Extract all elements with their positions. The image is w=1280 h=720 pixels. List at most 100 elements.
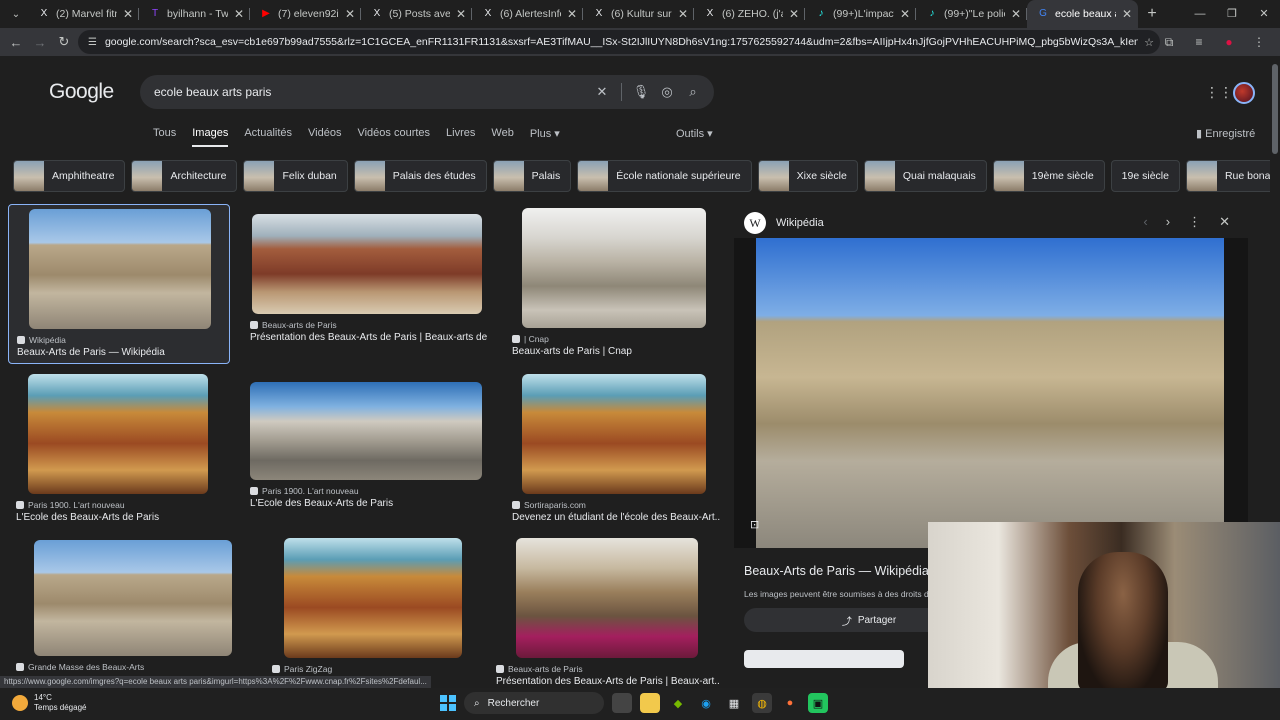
image-result[interactable]: Paris 1900. L'art nouveau L'Ecole des Bea…	[8, 370, 230, 530]
prev-icon[interactable]: ‹	[1143, 214, 1147, 230]
search-tab[interactable]: Plus ▾	[530, 127, 560, 147]
result-title[interactable]: Devenez un étudiant de l'école des Beaux…	[512, 512, 720, 523]
lens-search-icon[interactable]: ⊡	[750, 518, 766, 534]
taskbar-search[interactable]: ⌕ Rechercher	[464, 692, 604, 714]
preview-image[interactable]	[734, 238, 1248, 548]
browser-tab[interactable]: ▶ (7) eleven92i - You ✕	[250, 0, 361, 28]
search-tab[interactable]: Images	[192, 127, 229, 147]
refinement-chip[interactable]: Rue bonaparte	[1185, 160, 1280, 192]
result-source[interactable]: Paris 1900. L'art nouveau	[16, 500, 125, 510]
windows-start-icon[interactable]	[440, 695, 456, 711]
result-source[interactable]: Beaux-arts de Paris	[496, 664, 583, 674]
menu-icon[interactable]: ⋮	[1246, 30, 1272, 54]
image-result[interactable]: Grande Masse des Beaux-Arts	[8, 538, 252, 688]
result-title[interactable]: L'Ecole des Beaux-Arts de Paris	[16, 512, 226, 523]
result-source[interactable]: Paris ZigZag	[272, 664, 332, 674]
result-source[interactable]: Grande Masse des Beaux-Arts	[16, 662, 144, 672]
forward-icon[interactable]: →	[28, 30, 52, 54]
refinement-chip[interactable]: Xixe siècle	[757, 160, 858, 192]
site-info-icon[interactable]: ☰	[88, 37, 97, 48]
address-bar[interactable]: ☰ google.com/search?sca_esv=cb1e697b99ad…	[78, 30, 1160, 54]
image-result[interactable]: Paris ZigZagd'histoire...	[264, 538, 474, 688]
refinement-chip[interactable]: Palais des études	[353, 160, 487, 192]
saved-button[interactable]: ▮ Enregistré	[1196, 127, 1255, 140]
result-thumbnail[interactable]	[29, 209, 211, 329]
tab-search-icon[interactable]: ⌄	[4, 4, 28, 24]
refinement-chip[interactable]: École nationale supérieure	[577, 160, 752, 192]
task-view-icon[interactable]	[612, 693, 632, 713]
profile-icon[interactable]: ●	[1216, 30, 1242, 54]
refinement-chip[interactable]: Quai malaquais	[863, 160, 987, 192]
image-result[interactable]: Sortiraparis.com Devenez un étudiant de l…	[504, 370, 724, 530]
close-preview-icon[interactable]: ✕	[1219, 214, 1230, 230]
result-title[interactable]: Beaux-Arts de Paris — Wikipédia	[17, 347, 227, 358]
chrome-icon[interactable]: ◍	[752, 693, 772, 713]
refinement-chip[interactable]: 19e siècle	[1110, 160, 1180, 192]
result-thumbnail[interactable]	[252, 214, 482, 314]
media-icon[interactable]: ≡	[1186, 30, 1212, 54]
search-tab[interactable]: Vidéos courtes	[357, 127, 430, 147]
app-icon[interactable]: ▣	[808, 693, 828, 713]
image-result[interactable]: Beaux-arts de Paris Présentation des Beau…	[488, 538, 724, 688]
related-image-strip[interactable]	[744, 650, 904, 668]
search-tab[interactable]: Vidéos	[308, 127, 341, 147]
tab-close-icon[interactable]: ✕	[900, 7, 910, 21]
result-source[interactable]: | Cnap	[512, 334, 549, 344]
close-window-icon[interactable]: ✕	[1248, 0, 1280, 28]
browser-tab[interactable]: Gecole beaux arts p ✕	[1027, 0, 1138, 28]
result-source[interactable]: Beaux-arts de Paris	[250, 320, 337, 330]
browser-tab[interactable]: X (2) Marvel fitness ✕	[28, 0, 139, 28]
tab-close-icon[interactable]: ✕	[234, 7, 244, 21]
scrollbar-thumb[interactable]	[1272, 64, 1278, 154]
result-thumbnail[interactable]	[284, 538, 462, 658]
browser-tab[interactable]: X (5) Posts avec rép ✕	[361, 0, 472, 28]
tab-close-icon[interactable]: ✕	[1011, 7, 1021, 21]
search-tab[interactable]: Tous	[153, 127, 176, 147]
search-tab[interactable]: Actualités	[244, 127, 292, 147]
search-tab[interactable]: Web	[491, 127, 513, 147]
search-box[interactable]: ecole beaux arts paris ✕ 🎙 ◎ ⌕	[140, 75, 714, 109]
result-thumbnail[interactable]	[34, 540, 232, 656]
search-icon[interactable]: ⌕	[680, 84, 706, 100]
minimize-icon[interactable]: —	[1184, 0, 1216, 28]
result-title[interactable]: L'Ecole des Beaux-Arts de Paris	[250, 498, 488, 509]
google-logo[interactable]: Google	[49, 80, 114, 104]
refinement-chip[interactable]: Palais	[492, 160, 572, 192]
tools-button[interactable]: Outils ▾	[676, 127, 713, 140]
search-input[interactable]: ecole beaux arts paris	[154, 85, 589, 99]
more-icon[interactable]: ⋮	[1188, 214, 1201, 230]
file-explorer-icon[interactable]	[640, 693, 660, 713]
weather-widget[interactable]: 14°C Temps dégagé	[12, 693, 86, 713]
new-tab-icon[interactable]: +	[1138, 5, 1166, 23]
result-thumbnail[interactable]	[28, 374, 208, 494]
browser-tab[interactable]: ♪ (99+)"Le policier ✕	[916, 0, 1027, 28]
browser-tab[interactable]: ♪ (99+)L'impact des ✕	[805, 0, 916, 28]
tab-close-icon[interactable]: ✕	[1122, 7, 1132, 21]
result-title[interactable]: Présentation des Beaux-Arts de Paris | B…	[250, 332, 488, 343]
refinement-chip[interactable]: Architecture	[131, 160, 238, 192]
refinement-chip[interactable]: Amphitheatre	[13, 160, 126, 192]
firefox-icon[interactable]: ●	[780, 693, 800, 713]
clear-icon[interactable]: ✕	[589, 84, 615, 100]
browser-tab[interactable]: X (6) Kultur sur X : " ✕	[583, 0, 694, 28]
image-result[interactable]: Beaux-arts de Paris Présentation des Beau…	[242, 204, 492, 364]
refinement-chip[interactable]: Felix duban	[243, 160, 348, 192]
browser-tab[interactable]: X (6) AlertesInfos (@ ✕	[472, 0, 583, 28]
result-thumbnail[interactable]	[250, 382, 482, 480]
result-source[interactable]: Wikipédia	[17, 335, 66, 345]
refinement-chip[interactable]: 19ème siècle	[992, 160, 1105, 192]
nvidia-icon[interactable]: ◆	[668, 693, 688, 713]
preview-title[interactable]: Beaux-Arts de Paris — Wikipédia	[744, 564, 929, 578]
result-thumbnail[interactable]	[522, 208, 706, 328]
next-icon[interactable]: ›	[1166, 214, 1170, 230]
restore-icon[interactable]: ❐	[1216, 0, 1248, 28]
image-result[interactable]: | Cnap Beaux-arts de Paris | Cnap	[504, 204, 724, 364]
browser-tab[interactable]: Tbyilhann - Twitch ✕	[139, 0, 250, 28]
result-thumbnail[interactable]	[516, 538, 698, 658]
tab-close-icon[interactable]: ✕	[567, 7, 577, 21]
result-title[interactable]: Présentation des Beaux-Arts de Paris | B…	[496, 676, 720, 687]
lens-icon[interactable]: ◎	[654, 84, 680, 100]
search-tab[interactable]: Livres	[446, 127, 475, 147]
result-thumbnail[interactable]	[522, 374, 706, 494]
back-icon[interactable]: ←	[4, 30, 28, 54]
